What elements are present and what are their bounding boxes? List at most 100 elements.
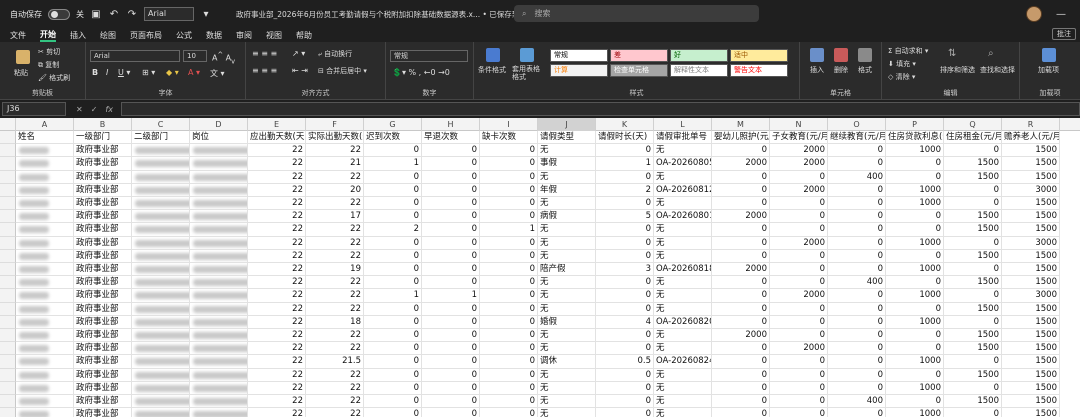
table-cell[interactable]: 政府事业部 <box>74 302 132 316</box>
table-cell[interactable]: 22 <box>248 315 306 329</box>
table-cell[interactable] <box>132 223 190 237</box>
table-cell[interactable]: 无 <box>654 368 712 382</box>
tab-8[interactable]: 视图 <box>266 30 282 41</box>
fill-button[interactable]: ⬇ 填充 ▾ <box>888 59 916 69</box>
table-cell[interactable]: 0 <box>480 183 538 197</box>
align-left-icon[interactable]: ≡ ≡ ≡ <box>252 66 277 75</box>
table-cell[interactable] <box>190 289 248 303</box>
table-cell[interactable]: 0 <box>712 381 770 395</box>
row-header[interactable] <box>0 408 16 417</box>
table-cell[interactable]: 政府事业部 <box>74 289 132 303</box>
table-cell[interactable] <box>132 302 190 316</box>
table-cell[interactable]: OA-20260801- <box>654 210 712 224</box>
table-cell[interactable]: 无 <box>538 197 596 211</box>
select-all-corner[interactable] <box>0 118 16 131</box>
table-cell[interactable]: 1000 <box>886 381 944 395</box>
table-cell[interactable]: 0 <box>770 381 828 395</box>
column-header-p[interactable]: P <box>886 118 944 131</box>
table-cell[interactable]: 无 <box>654 408 712 417</box>
column-header-m[interactable]: M <box>712 118 770 131</box>
table-cell[interactable]: 政府事业部 <box>74 197 132 211</box>
file-title[interactable]: 政府事业部_2026年6月份员工考勤请假与个税附加扣除基础数据源表.x... •… <box>236 9 549 20</box>
column-header-h[interactable]: H <box>422 118 480 131</box>
table-cell[interactable] <box>132 408 190 417</box>
table-cell[interactable]: 0 <box>364 355 422 369</box>
table-cell[interactable] <box>132 197 190 211</box>
formula-input[interactable] <box>120 102 1080 116</box>
table-cell[interactable]: 无 <box>654 302 712 316</box>
table-cell[interactable]: 2000 <box>770 236 828 250</box>
table-cell[interactable]: 22 <box>248 395 306 409</box>
table-cell[interactable]: 0 <box>770 368 828 382</box>
column-header-k[interactable]: K <box>596 118 654 131</box>
table-cell[interactable]: 无 <box>654 276 712 290</box>
row-header[interactable] <box>0 342 16 356</box>
table-cell[interactable]: 政府事业部 <box>74 408 132 417</box>
customize-qat-icon[interactable]: ▾ <box>200 9 212 20</box>
header-cell[interactable]: 子女教育(元/月 <box>770 131 828 145</box>
table-cell[interactable]: 1500 <box>1002 355 1060 369</box>
table-cell[interactable]: 0 <box>596 395 654 409</box>
table-cell[interactable]: 22 <box>306 170 364 184</box>
format-painter-button[interactable]: 🖌 格式刷 <box>38 73 70 83</box>
table-cell[interactable]: 0 <box>364 302 422 316</box>
table-cell[interactable]: 年假 <box>538 183 596 197</box>
table-cell[interactable]: 0 <box>886 302 944 316</box>
table-cell[interactable] <box>190 276 248 290</box>
table-cell[interactable] <box>132 263 190 277</box>
table-cell[interactable]: 调休 <box>538 355 596 369</box>
table-cell[interactable]: 无 <box>654 381 712 395</box>
table-cell[interactable] <box>16 223 74 237</box>
italic-icon[interactable]: I <box>106 68 108 77</box>
table-cell[interactable]: 0 <box>886 368 944 382</box>
table-cell[interactable] <box>190 236 248 250</box>
table-cell[interactable]: 0 <box>770 249 828 263</box>
tab-2[interactable]: 插入 <box>70 30 86 41</box>
bold-icon[interactable]: B <box>92 68 98 77</box>
table-cell[interactable] <box>16 342 74 356</box>
table-cell[interactable]: 0 <box>596 223 654 237</box>
table-cell[interactable]: 1500 <box>944 170 1002 184</box>
table-cell[interactable]: 政府事业部 <box>74 236 132 250</box>
table-cell[interactable]: 0 <box>364 236 422 250</box>
table-cell[interactable]: 1000 <box>886 315 944 329</box>
table-cell[interactable] <box>16 395 74 409</box>
table-cell[interactable]: 22 <box>248 368 306 382</box>
row-header[interactable] <box>0 170 16 184</box>
table-cell[interactable]: OA-20260812- <box>654 183 712 197</box>
tab-0[interactable]: 文件 <box>10 30 26 41</box>
table-cell[interactable]: 22 <box>306 144 364 158</box>
table-cell[interactable]: 0 <box>886 276 944 290</box>
table-cell[interactable] <box>132 289 190 303</box>
table-cell[interactable]: 0 <box>480 408 538 417</box>
row-header[interactable] <box>0 197 16 211</box>
table-cell[interactable]: 22 <box>248 197 306 211</box>
row-header[interactable] <box>0 395 16 409</box>
tab-3[interactable]: 绘图 <box>100 30 116 41</box>
table-cell[interactable]: 政府事业部 <box>74 381 132 395</box>
table-cell[interactable]: 0 <box>422 157 480 171</box>
table-cell[interactable]: 1500 <box>1002 276 1060 290</box>
table-cell[interactable]: 无 <box>654 395 712 409</box>
table-cell[interactable]: 陪产假 <box>538 263 596 277</box>
column-header-g[interactable]: G <box>364 118 422 131</box>
table-cell[interactable]: 0 <box>364 381 422 395</box>
header-cell[interactable]: 继续教育(元/月 <box>828 131 886 145</box>
table-cell[interactable]: 0 <box>828 342 886 356</box>
table-cell[interactable] <box>16 263 74 277</box>
table-cell[interactable]: 0 <box>712 315 770 329</box>
table-cell[interactable]: 0 <box>422 210 480 224</box>
table-cell[interactable]: 0 <box>596 236 654 250</box>
table-cell[interactable]: 政府事业部 <box>74 368 132 382</box>
tab-5[interactable]: 公式 <box>176 30 192 41</box>
table-cell[interactable]: 0 <box>480 355 538 369</box>
table-format-icon[interactable] <box>520 48 534 62</box>
table-cell[interactable]: 0 <box>828 223 886 237</box>
table-cell[interactable]: 0 <box>944 315 1002 329</box>
table-cell[interactable]: 0 <box>886 329 944 343</box>
table-cell[interactable] <box>190 183 248 197</box>
table-cell[interactable]: 0 <box>480 289 538 303</box>
table-cell[interactable]: OA-20260818- <box>654 263 712 277</box>
column-header-r[interactable]: R <box>1002 118 1060 131</box>
table-cell[interactable] <box>190 302 248 316</box>
